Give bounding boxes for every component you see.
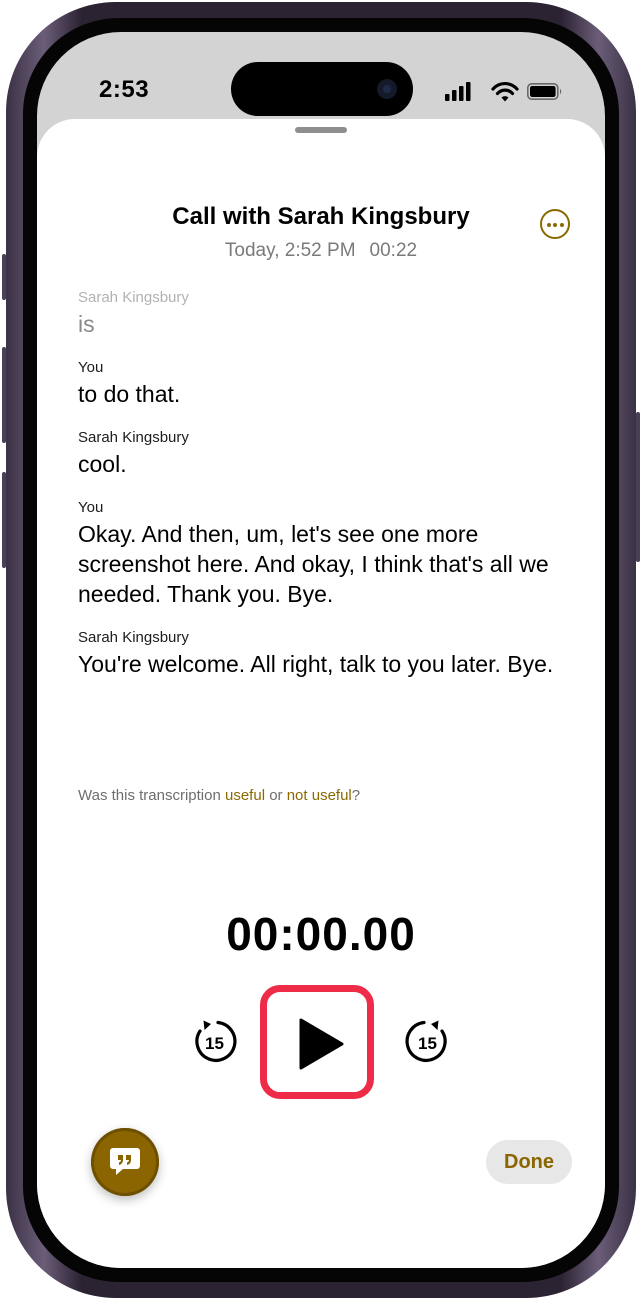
phone-frame: 2:53 Call with Sarah Kingsbury Today, 2:… [2,2,640,1298]
skip-forward-label: 15 [418,1034,437,1053]
feedback-prefix: Was this transcription [78,787,225,804]
skip-back-15-icon[interactable]: 15 [191,1018,237,1064]
transcript-entry: Sarah Kingsbury is [78,287,578,339]
call-date: Today, 2:52 PM [224,240,356,261]
feedback-middle: or [265,787,287,804]
action-button [2,254,6,300]
call-info: Today, 2:52 PM 00:22 [37,240,605,262]
play-icon [299,1018,344,1070]
transcript-entry: Sarah Kingsbury You're welcome. All righ… [78,627,578,679]
more-dot [553,222,557,227]
recording-sheet: Call with Sarah Kingsbury Today, 2:52 PM… [37,119,605,1268]
playback-timer: 00:00.00 [226,908,416,960]
useful-link[interactable]: useful [225,787,265,804]
feedback-suffix: ? [351,787,361,804]
transcript-text: to do that. [78,381,181,407]
play-button[interactable] [260,985,374,1099]
transcription-feedback: Was this transcription useful or not use… [78,787,360,804]
skip-forward-15-icon[interactable]: 15 [405,1018,451,1064]
transcript-text: cool. [78,451,127,477]
transcript-entry: Sarah Kingsbury cool. [78,427,578,479]
speaker-name: You [78,359,104,376]
volume-up-button [2,347,6,443]
transcript-text: You're welcome. All right, talk to you l… [78,651,554,677]
call-duration: 00:22 [369,240,418,261]
speaker-name: Sarah Kingsbury [78,429,189,446]
camera-icon [377,79,397,99]
more-dot [559,222,564,227]
more-dot [546,222,551,227]
battery-icon [527,83,562,100]
transcript-text: Okay. And then, um, let's see one more s… [78,521,549,607]
status-time: 2:53 [99,76,150,103]
transcript-entry: You to do that. [78,357,578,409]
ellipsis-circle-icon[interactable] [540,209,570,239]
sheet-grabber[interactable] [295,127,347,133]
dynamic-island [231,62,413,116]
done-button[interactable]: Done [486,1140,572,1184]
wifi-icon [491,82,519,102]
volume-down-button [2,472,6,568]
transcript-entry: You Okay. And then, um, let's see one mo… [78,497,578,609]
not-useful-link[interactable]: not useful [287,787,352,804]
skip-back-label: 15 [205,1034,224,1053]
speaker-name: You [78,499,104,516]
call-title: Call with Sarah Kingsbury [172,203,470,230]
status-icons [445,82,562,102]
speaker-name: Sarah Kingsbury [78,289,189,306]
cellular-signal-icon [445,82,471,101]
bezel: 2:53 Call with Sarah Kingsbury Today, 2:… [23,18,619,1282]
speaker-name: Sarah Kingsbury [78,629,189,646]
quote-bubble-icon[interactable] [91,1128,159,1196]
screen: 2:53 Call with Sarah Kingsbury Today, 2:… [37,32,605,1268]
transcript: Sarah Kingsbury is You to do that. Sarah… [78,287,578,697]
transcript-text: is [78,311,95,337]
side-button [636,412,640,562]
